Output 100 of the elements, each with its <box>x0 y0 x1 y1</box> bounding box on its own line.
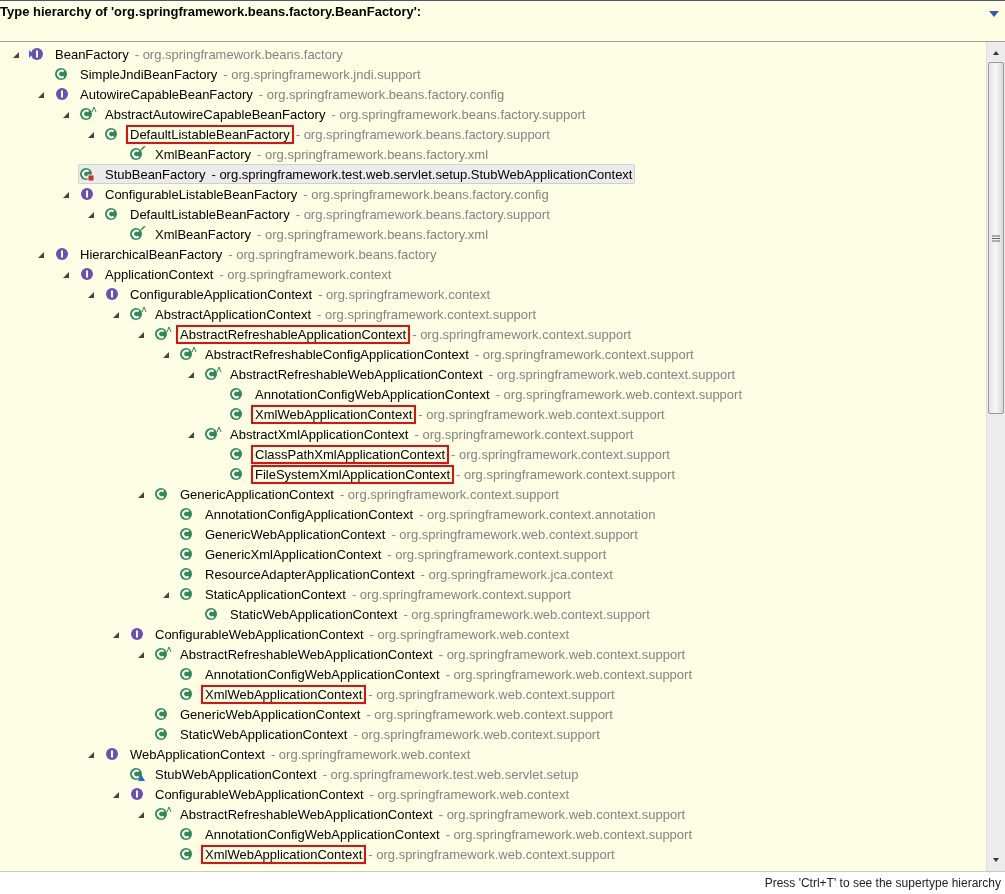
package-name: - org.springframework.beans.factory.support <box>295 206 550 222</box>
tree-item[interactable]: XmlWebApplicationContext - org.springframework.web.context.support <box>228 404 668 424</box>
type-name: GenericWebApplicationContext <box>204 525 387 544</box>
tree-item[interactable]: SimpleJndiBeanFactory - org.springframework.jndi.support <box>53 64 424 84</box>
tree-item[interactable]: AnnotationConfigWebApplicationContext - org.springframework.web.context.support <box>178 824 696 844</box>
package-name: - org.springframework.jca.context <box>420 566 613 582</box>
type-name: SimpleJndiBeanFactory <box>79 65 219 84</box>
type-name: StaticWebApplicationContext <box>229 605 399 624</box>
tree-item[interactable]: BeanFactory - org.springframework.beans.factory <box>28 44 346 64</box>
abstract-class-icon <box>154 806 172 822</box>
package-name: - org.springframework.context.support <box>339 486 559 502</box>
tree-item[interactable]: HierarchicalBeanFactory - org.springframework.beans.factory <box>53 244 440 264</box>
type-name: GenericWebApplicationContext <box>179 705 362 724</box>
type-name: DefaultListableBeanFactory <box>126 124 294 144</box>
tree-item[interactable]: DefaultListableBeanFactory - org.springframework.beans.factory.support <box>103 124 553 144</box>
tree-item[interactable]: ConfigurableWebApplicationContext - org.springframework.web.context <box>128 624 573 644</box>
package-name: - org.springframework.web.context.support <box>366 706 613 722</box>
view-title: Type hierarchy of 'org.springframework.beans.factory.BeanFactory': <box>0 4 422 19</box>
scrollbar-thumb[interactable] <box>988 62 1004 414</box>
type-name: StubBeanFactory <box>104 165 207 184</box>
package-name: - org.springframework.web.context.support <box>391 526 638 542</box>
tree-item[interactable]: ConfigurableListableBeanFactory - org.springframework.beans.factory.config <box>78 184 552 204</box>
tree-item[interactable]: AbstractRefreshableWebApplicationContext - org.springframework.web.context.support <box>203 364 739 384</box>
type-name: GenericApplicationContext <box>179 485 335 504</box>
package-name: - org.springframework.beans.factory.config <box>303 186 549 202</box>
type-name: StubWebApplicationContext <box>154 765 318 784</box>
tree-item[interactable]: StubBeanFactory - org.springframework.test.web.servlet.setup.StubWebApplicationContext <box>78 164 636 184</box>
type-name: StaticApplicationContext <box>204 585 347 604</box>
tree-item[interactable]: XmlWebApplicationContext - org.springframework.web.context.support <box>178 684 618 704</box>
type-name: XmlBeanFactory <box>154 225 253 244</box>
package-name: - org.springframework.web.context <box>369 786 570 802</box>
abstract-class-icon <box>79 106 97 122</box>
type-name: ConfigurableListableBeanFactory <box>104 185 299 204</box>
tree-item[interactable]: XmlBeanFactory - org.springframework.beans.factory.xml <box>128 144 492 164</box>
package-name: - org.springframework.context.support <box>414 426 634 442</box>
tree-item[interactable]: XmlWebApplicationContext - org.springframework.web.context.support <box>178 844 618 864</box>
tree-item[interactable]: ClassPathXmlApplicationContext - org.springframework.context.support <box>228 444 673 464</box>
package-name: - org.springframework.context.support <box>474 346 694 362</box>
type-name: XmlBeanFactory <box>154 145 253 164</box>
type-name: ClassPathXmlApplicationContext <box>251 444 450 464</box>
package-name: - org.springframework.web.context.support <box>368 846 615 862</box>
package-name: - org.springframework.web.context.support <box>418 406 665 422</box>
type-name: ConfigurableApplicationContext <box>129 285 314 304</box>
type-name: AnnotationConfigWebApplicationContext <box>204 825 441 844</box>
view-menu-icon[interactable] <box>989 10 999 18</box>
type-name: AbstractApplicationContext <box>154 305 313 324</box>
package-name: - org.springframework.beans.factory.xml <box>257 146 489 162</box>
type-name: WebApplicationContext <box>129 745 266 764</box>
tree-item[interactable]: AbstractApplicationContext - org.springframework.context.support <box>128 304 540 324</box>
type-name: XmlWebApplicationContext <box>201 684 367 704</box>
tree-item[interactable]: ResourceAdapterApplicationContext - org.springframework.jca.context <box>178 564 616 584</box>
type-name: DefaultListableBeanFactory <box>129 205 291 224</box>
abstract-class-icon <box>154 326 172 342</box>
type-name: ApplicationContext <box>104 265 215 284</box>
package-name: - org.springframework.jndi.support <box>223 66 421 82</box>
abstract-class-icon <box>204 366 222 382</box>
tree-item[interactable]: XmlBeanFactory - org.springframework.beans.factory.xml <box>128 224 492 244</box>
tree-item[interactable]: ConfigurableApplicationContext - org.springframework.context <box>103 284 494 304</box>
package-name: - org.springframework.web.context.support <box>445 826 693 842</box>
package-name: - org.springframework.context <box>219 266 392 282</box>
tree-item[interactable]: StaticApplicationContext - org.springframework.context.support <box>178 584 574 604</box>
tree-item[interactable]: StaticWebApplicationContext - org.springframework.web.context.support <box>153 724 603 744</box>
tree-item[interactable]: ApplicationContext - org.springframework.context <box>78 264 395 284</box>
tree-item[interactable]: StubWebApplicationContext - org.springframework.test.web.servlet.setup <box>128 764 582 784</box>
tree-item[interactable]: AbstractRefreshableApplicationContext - org.springframework.context.support <box>153 324 635 344</box>
package-name: - org.springframework.beans.factory.support <box>295 126 550 142</box>
type-name: GenericXmlApplicationContext <box>204 545 383 564</box>
tree-item[interactable]: WebApplicationContext - org.springframework.web.context <box>103 744 474 764</box>
tree-item[interactable]: AbstractRefreshableWebApplicationContext - org.springframework.web.context.support <box>153 644 689 664</box>
tree-item[interactable]: AbstractXmlApplicationContext - org.springframework.context.support <box>203 424 637 444</box>
deprecated-class-icon <box>129 146 147 162</box>
tree-item[interactable]: DefaultListableBeanFactory - org.springframework.beans.factory.support <box>103 204 553 224</box>
deprecated-class-icon <box>129 226 147 242</box>
tree-item[interactable]: AutowireCapableBeanFactory - org.springframework.beans.factory.config <box>53 84 508 104</box>
package-name: - org.springframework.web.context.support <box>403 606 650 622</box>
type-name: AbstractRefreshableWebApplicationContext <box>229 365 484 384</box>
type-name: FileSystemXmlApplicationContext <box>251 464 455 484</box>
package-name: - org.springframework.context.support <box>456 466 675 482</box>
tree-item[interactable]: AbstractAutowireCapableBeanFactory - org.springframework.beans.factory.support <box>78 104 589 124</box>
package-name: - org.springframework.web.context.support <box>488 366 736 382</box>
tree-item[interactable]: GenericApplicationContext - org.springframework.context.support <box>153 484 562 504</box>
tree-item[interactable]: AnnotationConfigWebApplicationContext - org.springframework.web.context.support <box>228 384 746 404</box>
package-name: - org.springframework.web.context.support <box>495 386 743 402</box>
tree-item[interactable]: GenericWebApplicationContext - org.springframework.web.context.support <box>178 524 641 544</box>
type-name: XmlWebApplicationContext <box>201 844 367 864</box>
type-name: AnnotationConfigWebApplicationContext <box>204 665 441 684</box>
tree-item[interactable]: StaticWebApplicationContext - org.springframework.web.context.support <box>203 604 653 624</box>
type-name: AnnotationConfigApplicationContext <box>204 505 415 524</box>
grip-icon <box>992 234 1000 242</box>
tree-item[interactable]: GenericXmlApplicationContext - org.springframework.context.support <box>178 544 610 564</box>
tree-item[interactable]: AbstractRefreshableWebApplicationContext - org.springframework.web.context.support <box>153 804 689 824</box>
tree-item[interactable]: GenericWebApplicationContext - org.springframework.web.context.support <box>153 704 616 724</box>
tree-item[interactable]: AbstractRefreshableConfigApplicationContext - org.springframework.context.support <box>178 344 697 364</box>
tree-item[interactable]: AnnotationConfigWebApplicationContext - org.springframework.web.context.support <box>178 664 696 684</box>
private-class-icon <box>79 166 97 182</box>
package-name: - org.springframework.context.support <box>387 546 607 562</box>
tree-item[interactable]: AnnotationConfigApplicationContext - org.springframework.context.annotation <box>178 504 659 524</box>
tree-item[interactable]: FileSystemXmlApplicationContext - org.springframework.context.support <box>228 464 678 484</box>
package-name: - org.springframework.web.context.support <box>438 646 686 662</box>
tree-item[interactable]: ConfigurableWebApplicationContext - org.springframework.web.context <box>128 784 573 804</box>
